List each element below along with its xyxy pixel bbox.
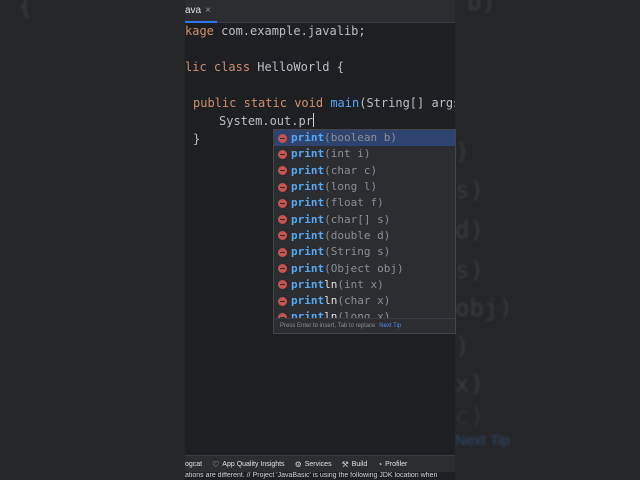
editor-tab-label: ava — [185, 5, 202, 16]
tool-window-label: Services — [304, 461, 332, 468]
text-caret — [312, 113, 314, 127]
completion-item[interactable]: print (int i) — [274, 146, 455, 162]
completion-footer: Press Enter to insert, Tab to replace Ne… — [274, 318, 455, 333]
method-icon — [278, 296, 287, 306]
completion-item[interactable]: print ln (char x) — [274, 293, 455, 309]
completion-item-match: print — [291, 212, 325, 226]
completion-list[interactable]: print (boolean b) print (int i) print (char c… — [274, 130, 455, 318]
background-code-fragment: ) — [455, 332, 470, 360]
completion-item-match: print — [291, 294, 325, 308]
tool-window-label: App Quality Insights — [222, 461, 285, 468]
tool-window-button[interactable]: ogcat — [185, 461, 202, 468]
completion-item-params: (char x) — [337, 294, 391, 308]
background-code-fragment: c) — [455, 402, 484, 430]
completion-item[interactable]: print (Object obj) — [274, 260, 455, 276]
completion-item[interactable]: print (boolean b) — [274, 130, 455, 147]
background-code-fragment: obj) — [455, 294, 513, 322]
method-icon — [278, 182, 287, 192]
completion-item-match: print — [291, 147, 325, 161]
method-icon — [278, 166, 287, 176]
code-line-class: lic class HelloWorld { — [185, 60, 344, 74]
method-icon — [278, 231, 287, 241]
code-line-close-brace: } — [193, 132, 201, 146]
completion-item-params: (int x) — [337, 277, 384, 291]
method-icon — [278, 264, 287, 274]
completion-item-match: print — [291, 261, 325, 275]
completion-item-params: (long x) — [337, 310, 391, 318]
background-code-fragment: x) — [455, 370, 484, 398]
completion-item-params: (boolean b) — [324, 131, 397, 145]
code-line-current: System.out.pr — [219, 113, 314, 128]
code-line-package: kage com.example.javalib; — [185, 24, 366, 38]
bottom-tool-bar: ogcat ♡ App Quality Insights ⚙ Services ⚒ Buil… — [185, 455, 455, 473]
tool-window-label: ogcat — [185, 461, 203, 468]
blurred-background-left: { — [0, 0, 185, 480]
editor-tab[interactable]: ava × — [185, 0, 217, 23]
completion-item-params: (int i) — [324, 147, 371, 161]
background-code-fragment: b) — [467, 0, 496, 16]
tool-window-button[interactable]: ⚙ Services — [295, 460, 332, 469]
completion-item-params: (double d) — [324, 228, 391, 242]
completion-item[interactable]: print (float f) — [274, 195, 455, 211]
tool-window-label: Build — [351, 461, 368, 468]
completion-footer-hint: Press Enter to insert, Tab to replace — [280, 323, 376, 329]
completion-item-params: (long l) — [324, 180, 378, 194]
background-code-fragment: s) — [455, 176, 484, 204]
completion-item[interactable]: print (char c) — [274, 163, 455, 179]
completion-item[interactable]: print (double d) — [274, 228, 455, 244]
background-next-tip: Next Tip — [455, 432, 511, 449]
code-completion-popup[interactable]: print (boolean b) print (int i) print (char c… — [273, 129, 456, 334]
completion-item[interactable]: print (char[] s) — [274, 211, 455, 227]
tool-window-button[interactable]: ♡ App Quality Insights — [212, 460, 284, 469]
background-code-fragment: ) — [455, 138, 470, 166]
completion-item-match: print — [291, 180, 325, 194]
completion-item-match: print — [291, 277, 325, 291]
background-brace: { — [18, 0, 33, 20]
completion-item-match: print — [291, 196, 325, 210]
build-icon: ⚒ — [341, 460, 349, 469]
completion-item-params: (String s) — [324, 245, 391, 259]
completion-item-match: print — [291, 228, 325, 242]
completion-item-suffix: ln — [324, 277, 338, 291]
editor-tab-bar: ava × — [185, 0, 455, 23]
completion-item-suffix: ln — [324, 310, 338, 318]
method-icon — [278, 198, 287, 208]
completion-item-match: print — [291, 163, 325, 177]
code-line-main: public static void main(String[] args){ — [193, 96, 455, 110]
completion-item-params: (Object obj) — [324, 261, 404, 275]
profiler-icon: ◔ — [377, 460, 383, 469]
completion-item-suffix: ln — [324, 294, 338, 308]
completion-item[interactable]: print (long l) — [274, 179, 455, 195]
close-icon[interactable]: × — [205, 5, 211, 16]
background-code-fragment: s) — [455, 256, 484, 284]
completion-item-match: print — [291, 131, 325, 145]
completion-item-match: print — [291, 245, 325, 259]
tool-window-button[interactable]: ◔ Profiler — [377, 460, 407, 469]
completion-item-params: (char c) — [324, 163, 378, 177]
method-icon — [278, 215, 287, 225]
completion-item[interactable]: print ln (long x) — [274, 309, 455, 318]
completion-item[interactable]: print (String s) — [274, 244, 455, 260]
method-icon — [278, 133, 287, 143]
completion-item-match: print — [291, 310, 325, 318]
tool-window-button[interactable]: ⚒ Build — [342, 460, 368, 469]
tool-window-label: Profiler — [385, 461, 408, 468]
method-icon — [278, 280, 287, 290]
method-icon — [278, 149, 287, 159]
completion-item-params: (float f) — [324, 196, 384, 210]
status-bar-message: ations are different. // Project 'JavaBa… — [185, 472, 455, 480]
services-icon: ⚙ — [294, 460, 302, 469]
app-quality-insights-icon: ♡ — [212, 460, 220, 469]
next-tip-link[interactable]: Next Tip — [379, 323, 401, 329]
background-code-fragment: d) — [455, 216, 484, 244]
method-icon — [278, 247, 287, 257]
blurred-background-right: b) ) s) d) s) obj) ) x) c) Next Tip — [455, 0, 640, 480]
completion-item[interactable]: print ln (int x) — [274, 277, 455, 293]
completion-item-params: (char[] s) — [324, 212, 391, 226]
